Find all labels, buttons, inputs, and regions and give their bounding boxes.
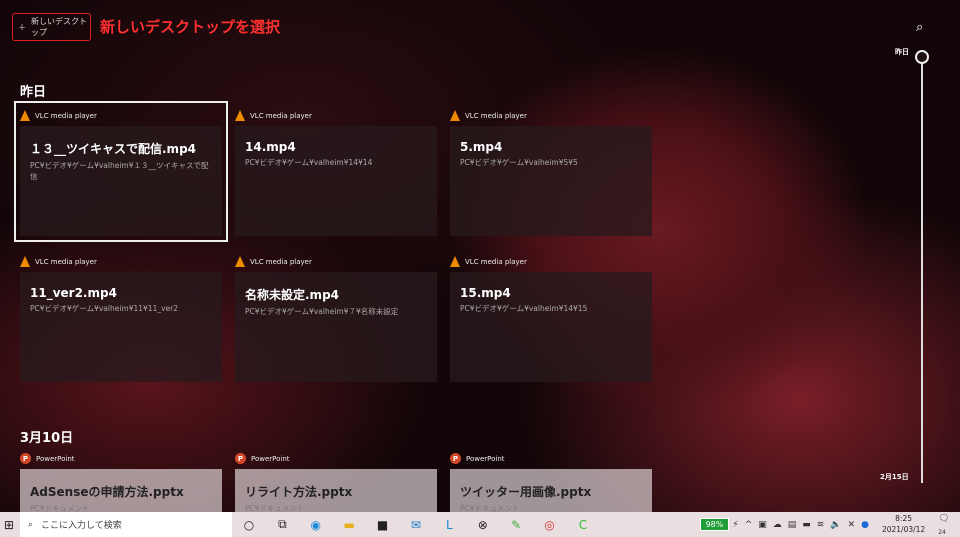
activity-card[interactable]: 14.mp4 PC¥ビデオ¥ゲーム¥valheim¥14¥14 xyxy=(235,126,437,236)
timeline-label-bottom: 2月15日 xyxy=(880,473,909,481)
battery-icon[interactable]: ▬ xyxy=(802,520,811,530)
camtasia-icon[interactable]: C xyxy=(566,518,599,532)
card-path: PC¥ドキュメント xyxy=(245,504,305,512)
powerpoint-icon: P xyxy=(450,453,461,464)
section-heading: 昨日 xyxy=(20,85,47,100)
activity-card[interactable]: 5.mp4 PC¥ビデオ¥ゲーム¥valheim¥5¥5 xyxy=(450,126,652,236)
card-title: 11_ver2.mp4 xyxy=(30,286,117,300)
vlc-icon xyxy=(450,110,460,121)
card-title: 名称未設定.mp4 xyxy=(245,288,340,302)
card-title: 15.mp4 xyxy=(460,286,511,300)
card-app-label: VLC media player xyxy=(235,256,312,267)
search-icon: ⌕ xyxy=(28,519,34,530)
edge-icon[interactable]: ◉ xyxy=(299,518,332,532)
activity-card[interactable]: ツイッター用画像.pptx PC¥ドキュメント xyxy=(450,469,652,512)
store-icon[interactable]: ■ xyxy=(366,518,399,532)
activity-card[interactable]: 15.mp4 PC¥ビデオ¥ゲーム¥valheim¥14¥15 xyxy=(450,272,652,382)
card-title: 14.mp4 xyxy=(245,140,296,154)
card-path: PC¥ビデオ¥ゲーム¥valheim¥5¥5 xyxy=(460,158,578,167)
vlc-icon xyxy=(235,256,245,267)
card-path: PC¥ドキュメント xyxy=(460,504,520,512)
plug-icon: ⚡ xyxy=(732,519,739,530)
battery-indicator[interactable]: 98% xyxy=(699,518,730,531)
card-path: PC¥ビデオ¥ゲーム¥valheim¥11¥11_ver2 xyxy=(30,304,179,313)
powerpoint-icon: P xyxy=(235,453,246,464)
card-path: PC¥ビデオ¥ゲーム¥valheim¥７¥名称未設定 xyxy=(245,307,399,316)
card-app-label: P PowerPoint xyxy=(235,453,290,464)
activity-card[interactable]: 名称未設定.mp4 PC¥ビデオ¥ゲーム¥valheim¥７¥名称未設定 xyxy=(235,272,437,382)
vlc-icon xyxy=(235,110,245,121)
notification-icon[interactable]: 🗨24 xyxy=(938,514,957,536)
section-heading: 3月10日 xyxy=(20,431,74,446)
onedrive-icon[interactable]: ☁ xyxy=(773,520,782,530)
powerpoint-icon: P xyxy=(20,453,31,464)
capture-icon[interactable]: ▤ xyxy=(788,520,797,530)
close-icon[interactable]: ✕ xyxy=(848,520,856,530)
l-app-icon[interactable]: L xyxy=(433,518,466,532)
activity-card[interactable]: 11_ver2.mp4 PC¥ビデオ¥ゲーム¥valheim¥11¥11_ver… xyxy=(20,272,222,382)
card-app-label: VLC media player xyxy=(450,110,527,121)
explorer-icon[interactable]: ▬ xyxy=(332,518,365,532)
xbox-icon[interactable]: ⊗ xyxy=(466,518,499,532)
volume-icon[interactable]: 🔈 xyxy=(830,520,841,530)
card-title: ツイッター用画像.pptx xyxy=(460,485,592,499)
cortana-icon[interactable]: ○ xyxy=(232,518,265,532)
search-icon[interactable]: ⌕ xyxy=(916,20,923,35)
activity-card[interactable]: AdSenseの申請方法.pptx PC¥ドキュメント xyxy=(20,469,222,512)
card-app-label: VLC media player xyxy=(450,256,527,267)
vlc-icon xyxy=(450,256,460,267)
timeline-scrollbar[interactable] xyxy=(921,57,923,483)
card-app-label: VLC media player xyxy=(20,256,97,267)
task-view-icon[interactable]: ⧉ xyxy=(266,517,299,532)
card-app-label: P PowerPoint xyxy=(20,453,75,464)
plus-icon: ＋ xyxy=(18,22,26,32)
mail-icon[interactable]: ✉ xyxy=(399,518,432,532)
card-path: PC¥ビデオ¥ゲーム¥valheim¥14¥15 xyxy=(460,304,588,313)
new-desktop-button[interactable]: ＋新しいデスクトップ xyxy=(12,13,91,41)
start-icon[interactable]: ⊞ xyxy=(4,518,14,532)
meet-icon[interactable]: ▣ xyxy=(758,520,767,530)
wifi-icon[interactable]: ≋ xyxy=(817,520,825,530)
card-app-label: VLC media player xyxy=(235,110,312,121)
vlc-icon xyxy=(20,256,30,267)
chrome-icon[interactable]: ◎ xyxy=(533,518,566,532)
activity-card[interactable]: リライト方法.pptx PC¥ドキュメント xyxy=(235,469,437,512)
annotation-label: 新しいデスクトップを選択 xyxy=(100,18,281,36)
card-title: 5.mp4 xyxy=(460,140,503,154)
search-box[interactable]: ⌕ ここに入力して検索 xyxy=(20,512,233,537)
card-path: PC¥ビデオ¥ゲーム¥valheim¥14¥14 xyxy=(245,158,373,167)
timeline-thumb[interactable] xyxy=(915,50,929,64)
card-app-label: P PowerPoint xyxy=(450,453,505,464)
timeline-label-top: 昨日 xyxy=(895,48,909,56)
paint-icon[interactable]: ✎ xyxy=(499,518,532,532)
card-title: リライト方法.pptx xyxy=(245,485,353,499)
selection-border xyxy=(14,101,228,242)
card-path: PC¥ドキュメント xyxy=(30,504,90,512)
chevron-up-icon[interactable]: ^ xyxy=(745,520,753,530)
taskbar: ⊞ ⌕ ここに入力して検索 ○ ⧉ ◉ ▬ ■ ✉ L ⊗ ✎ ◎ C 98% ⚡… xyxy=(0,512,960,537)
clock[interactable]: 8:25 2021/03/12 xyxy=(882,514,925,535)
app-tray-icon[interactable]: ● xyxy=(861,520,869,530)
card-title: AdSenseの申請方法.pptx xyxy=(30,485,184,499)
